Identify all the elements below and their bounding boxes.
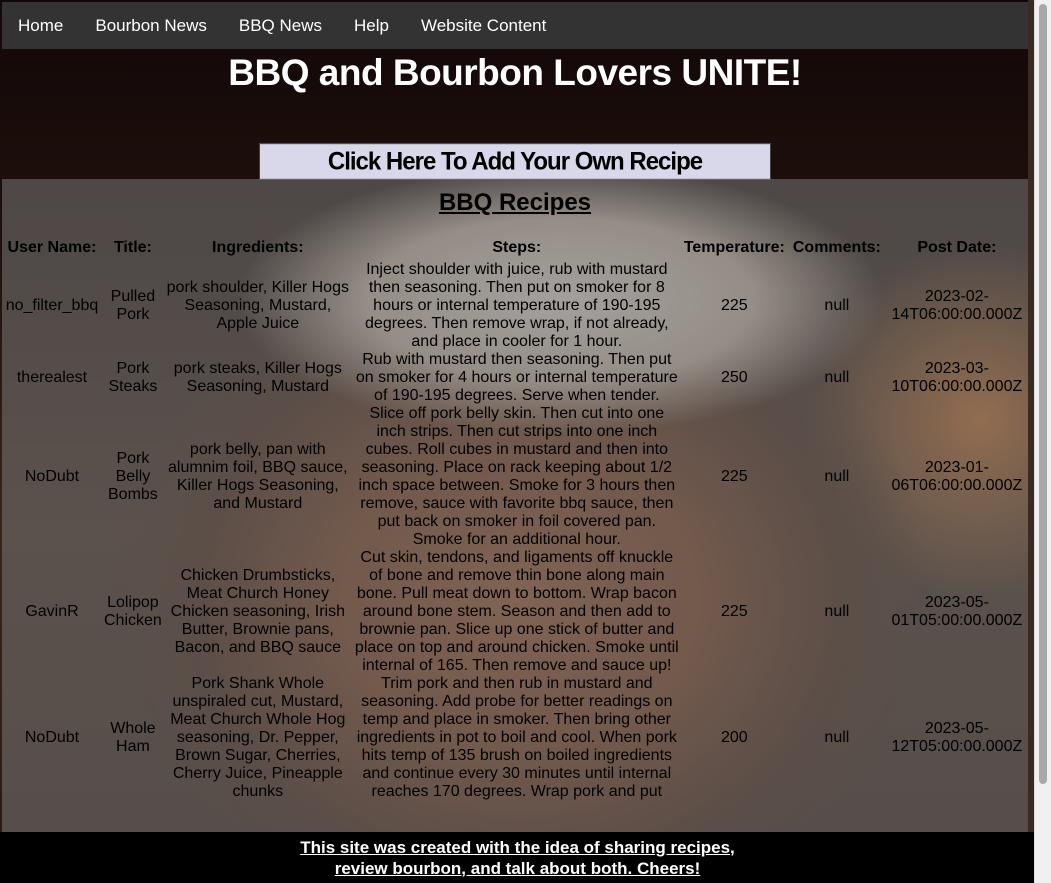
nav-bbq-news[interactable]: BBQ News bbox=[223, 2, 338, 49]
footer-line-1: This site was created with the idea of s… bbox=[300, 837, 735, 857]
column-header-ingredients: Ingredients: bbox=[212, 239, 304, 256]
cell-comments: null bbox=[824, 468, 850, 485]
add-recipe-button[interactable]: Click Here To Add Your Own Recipe bbox=[259, 143, 771, 180]
table-row: no_filter_bbq Pulled Pork pork shoulder,… bbox=[2, 261, 1027, 351]
cell-title: Pork Belly Bombs bbox=[108, 450, 158, 503]
table-row: GavinR Lolipop Chicken Chicken Drumbstic… bbox=[2, 549, 1027, 675]
vertical-scrollbar[interactable] bbox=[1034, 0, 1051, 883]
cell-steps: Inject shoulder with juice, rub with mus… bbox=[365, 261, 669, 350]
page-title: BBQ and Bourbon Lovers UNITE! bbox=[228, 52, 802, 93]
nav-help[interactable]: Help bbox=[338, 2, 405, 49]
cell-comments: null bbox=[824, 297, 850, 314]
cell-ingredients: Pork Shank Whole unspiraled cut, Mustard… bbox=[170, 675, 346, 800]
cell-ingredients: Chicken Drumbsticks, Meat Church Honey C… bbox=[170, 567, 345, 656]
cell-title: Lolipop Chicken bbox=[104, 594, 162, 629]
table-row: NoDubt Whole Ham Pork Shank Whole unspir… bbox=[2, 675, 1027, 801]
footer-line-2: review bourbon, and talk about both. Che… bbox=[334, 858, 701, 878]
footer-text: This site was created with the idea of s… bbox=[300, 837, 735, 879]
cell-ingredients: pork shoulder, Killer Hogs Seasoning, Mu… bbox=[166, 279, 349, 332]
cell-user: no_filter_bbq bbox=[5, 297, 99, 314]
cell-steps: Rub with mustard then seasoning. Then pu… bbox=[355, 351, 678, 404]
cell-temperature: 200 bbox=[720, 729, 748, 746]
top-navigation: Home Bourbon News BBQ News Help Website … bbox=[2, 2, 1028, 49]
column-header-user: User Name: bbox=[7, 239, 97, 256]
table-row: therealest Pork Steaks pork steaks, Kill… bbox=[2, 351, 1027, 405]
cell-title: Pork Steaks bbox=[108, 360, 158, 395]
cell-ingredients: pork steaks, Killer Hogs Seasoning, Must… bbox=[173, 360, 342, 395]
nav-bourbon-news[interactable]: Bourbon News bbox=[79, 2, 223, 49]
column-header-temperature: Temperature: bbox=[683, 239, 785, 256]
cell-user: therealest bbox=[16, 369, 88, 386]
table-row: NoDubt Pork Belly Bombs pork belly, pan … bbox=[2, 405, 1027, 549]
cell-post-date: 2023-01-06T06:00:00.000Z bbox=[891, 459, 1023, 494]
column-header-comments: Comments: bbox=[792, 239, 881, 256]
cell-steps: Cut skin, tendons, and ligaments off knu… bbox=[354, 549, 679, 674]
cell-post-date: 2023-05-12T05:00:00.000Z bbox=[891, 720, 1023, 755]
site-footer: This site was created with the idea of s… bbox=[0, 832, 1035, 883]
cell-steps: Trim pork and then rub in mustard and se… bbox=[356, 675, 677, 800]
cell-temperature: 225 bbox=[720, 468, 748, 485]
cell-steps: Slice off pork belly skin. Then cut into… bbox=[358, 405, 676, 548]
cell-comments: null bbox=[824, 729, 850, 746]
recipes-table: User Name: Title: Ingredients: Steps: Te… bbox=[2, 235, 1027, 801]
cell-ingredients: pork belly, pan with alumnim foil, BBQ s… bbox=[168, 441, 348, 512]
cell-post-date: 2023-02-14T06:00:00.000Z bbox=[891, 288, 1023, 323]
cell-post-date: 2023-05-01T05:00:00.000Z bbox=[891, 594, 1023, 629]
recipes-panel: BBQ Recipes User Name: Title: Ingredient… bbox=[2, 179, 1028, 833]
cell-temperature: 225 bbox=[720, 603, 748, 620]
cell-user: GavinR bbox=[25, 603, 79, 620]
cell-user: NoDubt bbox=[24, 468, 80, 485]
scrollbar-thumb[interactable] bbox=[1039, 4, 1047, 784]
cell-title: Whole Ham bbox=[110, 720, 156, 755]
nav-home[interactable]: Home bbox=[2, 2, 79, 49]
cell-temperature: 250 bbox=[720, 369, 748, 386]
cell-comments: null bbox=[824, 369, 850, 386]
cell-post-date: 2023-03-10T06:00:00.000Z bbox=[891, 360, 1023, 395]
table-header-row: User Name: Title: Ingredients: Steps: Te… bbox=[2, 235, 1027, 261]
cell-comments: null bbox=[824, 603, 850, 620]
cell-title: Pulled Pork bbox=[110, 288, 156, 323]
column-header-title: Title: bbox=[113, 239, 152, 256]
column-header-steps: Steps: bbox=[492, 239, 542, 256]
column-header-post-date: Post Date: bbox=[917, 239, 997, 256]
nav-website-content[interactable]: Website Content bbox=[405, 2, 562, 49]
cell-temperature: 225 bbox=[720, 297, 748, 314]
recipes-heading: BBQ Recipes bbox=[438, 189, 592, 216]
cell-user: NoDubt bbox=[24, 729, 80, 746]
